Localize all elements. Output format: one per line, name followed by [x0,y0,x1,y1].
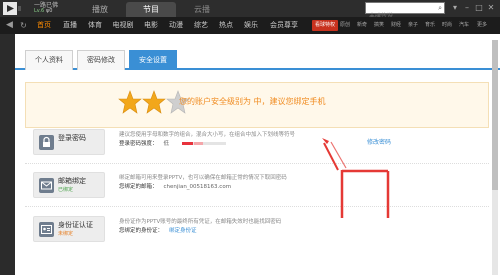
id-value-line: 您绑定的身份证： 绑定身份证 [119,228,197,235]
strength-value: 低 [163,141,170,147]
status-badge: 未绑定 [58,231,74,237]
pptv-logo-icon [1,0,23,17]
back-arrow-icon[interactable]: ◀ [4,20,15,31]
tab-cloud[interactable]: 云播 [176,2,228,17]
nav-item-family[interactable]: 亲子 [408,17,418,34]
password-strength-bar [182,142,226,145]
nav-item-auto[interactable]: 汽车 [459,17,469,34]
scrollbar-thumb[interactable] [492,40,498,190]
strength-fill-high [182,142,193,145]
bind-id-link[interactable]: 绑定身份证 [169,228,197,234]
strength-fill-low [194,142,203,145]
nav-item-ent[interactable]: 娱乐 [240,17,262,34]
close-button[interactable]: ✕ [486,3,496,13]
nav-item-home[interactable]: 首页 [32,17,56,34]
email-value: chenjian_00518163.com [163,184,232,190]
value-label: 登录密码强度： [119,141,158,147]
tab-change-password[interactable]: 密码修改 [77,50,125,70]
tab-play[interactable]: 播放 [74,2,126,17]
email-binding-badge: 邮箱绑定 已绑定 [33,172,105,198]
row-label: 邮箱绑定 [58,177,86,185]
nav-item-sports[interactable]: 体育 [84,17,106,34]
nav-item-finance[interactable]: 财经 [391,17,401,34]
nav-item-fashion[interactable]: 时尚 [442,17,452,34]
login-password-row: 登录密码 建议您使用字母和数字的组合，混合大小写，在组合中加入下划线等符号 登录… [25,122,489,164]
nav-item-music[interactable]: 育乐 [425,17,435,34]
envelope-icon [39,178,54,193]
title-bar: 一路已佛 Lv.6 ψ0 播放 节目 云播 ⌕ ▾ – □ ✕ [0,0,500,22]
id-verification-row: 身份证认证 未绑定 身份证作为PPTV账号的最终所有凭证，在邮箱失效时也能找回密… [25,209,489,251]
id-card-icon [39,222,54,237]
nav-item-funny[interactable]: 搞笑 [374,17,384,34]
user-coin: ψ0 [46,8,53,14]
nav-item-more[interactable]: 更多 [477,17,487,34]
nav-item-hot[interactable]: 热点 [215,17,237,34]
page-scrollbar[interactable] [492,40,498,275]
user-level-badge: Lv.6 [34,8,45,14]
star-filled-icon [142,90,166,114]
value-label: 您绑定的身份证： [119,228,164,234]
password-strength-label: 登录密码强度： 低 [119,141,169,148]
change-password-link[interactable]: 修改密码 [367,139,391,147]
search-icon[interactable]: ⌕ [438,4,442,13]
value-label: 您绑定的邮箱： [119,184,158,190]
row-label: 身份证认证 [58,221,93,229]
minimize-button[interactable]: – [462,3,472,13]
nav-item-original[interactable]: 原创 [340,17,350,34]
maximize-button[interactable]: □ [474,3,484,13]
email-value-line: 您绑定的邮箱： chenjian_00518163.com [119,184,231,191]
id-verification-badge: 身份证认证 未绑定 [33,216,105,242]
nav-item-variety[interactable]: 综艺 [190,17,212,34]
search-box[interactable]: ⌕ [365,2,445,22]
nav-item-vip[interactable]: 会员尊享 [265,17,303,34]
settings-tabs: 个人资料 密码修改 安全设置 [15,48,500,70]
tab-program[interactable]: 节目 [126,2,176,17]
menu-dropdown-icon[interactable]: ▾ [450,3,460,13]
tab-personal-info[interactable]: 个人资料 [25,50,73,70]
tab-security-settings[interactable]: 安全设置 [129,50,177,70]
nav-item-novel[interactable]: 新奇 [357,17,367,34]
category-nav: ◀ ↻ 首页 直播 体育 电视剧 电影 动漫 综艺 热点 娱乐 会员尊享 看球特… [0,17,500,34]
nav-item-movie[interactable]: 电影 [140,17,162,34]
nav-item-live[interactable]: 直播 [59,17,81,34]
refresh-icon[interactable]: ↻ [18,20,29,31]
nav-item-tv[interactable]: 电视剧 [109,17,137,34]
lock-icon [39,135,54,150]
star-filled-icon [118,90,142,114]
login-password-badge: 登录密码 [33,129,105,155]
status-badge: 已绑定 [58,187,74,193]
security-settings-page: 个人资料 密码修改 安全设置 您的账户安全级别为 中，建议您绑定手机 登录密码 … [15,34,500,275]
email-binding-row: 邮箱绑定 已绑定 绑定邮箱可用来登录PPTV，也可以确保在邮箱正常的情况下取回密… [25,165,489,207]
row-description: 绑定邮箱可用来登录PPTV，也可以确保在邮箱正常的情况下取回密码 [119,175,287,181]
security-level-text: 您的账户安全级别为 中，建议您绑定手机 [179,97,326,106]
row-description: 身份证作为PPTV账号的最终所有凭证，在邮箱失效时也能找回密码 [119,219,282,225]
vip-badge[interactable]: 看球特权 [312,20,339,31]
nav-item-anime[interactable]: 动漫 [165,17,187,34]
row-description: 建议您使用字母和数字的组合，混合大小写，在组合中加入下划线等符号 [119,132,296,138]
row-label: 登录密码 [58,134,86,142]
